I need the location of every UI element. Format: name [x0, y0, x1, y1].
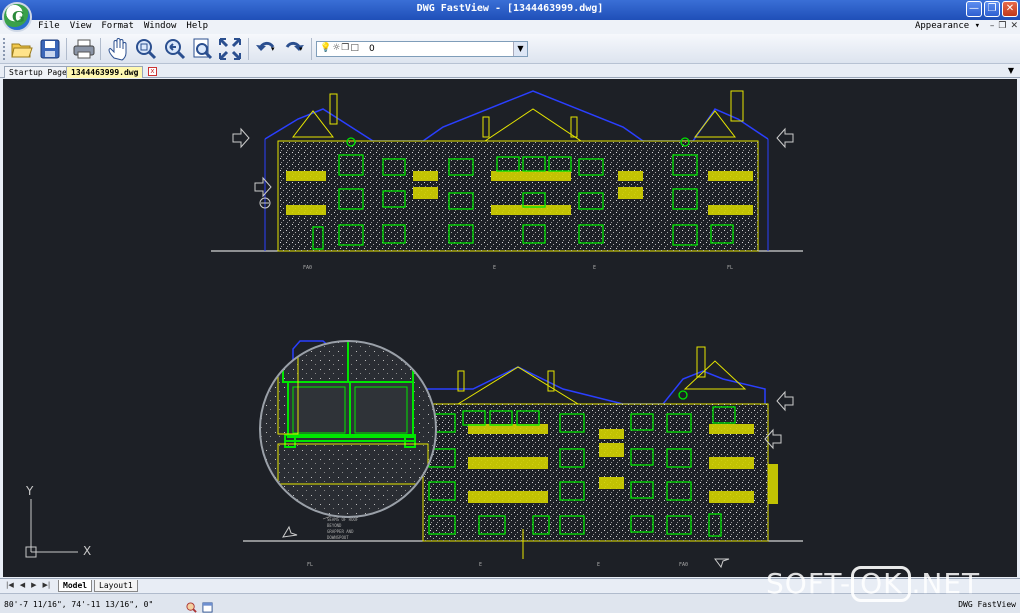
menu-help[interactable]: Help: [186, 21, 208, 31]
tab-drawing-file[interactable]: 1344463999.dwg: [66, 66, 144, 78]
main-toolbar: ▾ ▾ 💡☼❐□ 0 ▼: [0, 34, 1020, 64]
cursor-coordinates: 80'-7 11/16", 74'-11 13/16", 0": [4, 600, 154, 609]
redo-icon[interactable]: [282, 37, 304, 61]
appearance-menu[interactable]: Appearance ▾: [915, 21, 980, 31]
layer-state-icons: 💡☼❐□: [320, 43, 360, 53]
ucs-x-label: X: [83, 544, 91, 558]
grid-label-top-1: FA0: [303, 265, 312, 271]
osnap-icon[interactable]: [186, 598, 197, 613]
mdi-controls: – ❐ ✕: [990, 21, 1018, 31]
tab-layout1[interactable]: Layout1: [94, 580, 138, 592]
note-line-3: BEYOND: [327, 523, 342, 528]
window-title: DWG FastView - [1344463999.dwg]: [416, 3, 604, 14]
menu-items: File View Format Window Help: [38, 21, 208, 31]
layer-select[interactable]: 💡☼❐□ 0 ▼: [316, 41, 528, 57]
top-elevation-drawing: FA0 E E FL: [211, 90, 803, 271]
menu-format[interactable]: Format: [101, 21, 134, 31]
save-icon[interactable]: [38, 37, 62, 61]
menu-window[interactable]: Window: [144, 21, 177, 31]
menu-view[interactable]: View: [70, 21, 92, 31]
note-line-4: GRAPPER AND: [327, 529, 354, 534]
tab-list-chevron-icon[interactable]: ▼: [1008, 66, 1014, 75]
grid-label-top-2: E: [493, 265, 496, 271]
tab-startup-page[interactable]: Startup Page: [4, 66, 72, 78]
menu-file[interactable]: File: [38, 21, 60, 31]
toolbar-grip[interactable]: [3, 38, 6, 60]
close-icon[interactable]: ✕: [1002, 1, 1018, 17]
restore-icon[interactable]: ❐: [984, 1, 1000, 17]
watermark-right: .NET: [911, 567, 981, 600]
note-line-5: DOWNSPOUT: [327, 535, 349, 540]
zoom-previous-icon[interactable]: [162, 37, 186, 61]
app-window: G DWG FastView - [1344463999.dwg] — ❐ ✕ …: [0, 0, 1020, 613]
layout-toggle-icon[interactable]: [202, 598, 213, 613]
grid-label-bottom-2: E: [479, 562, 482, 568]
document-tabs: Startup Page 1344463999.dwg x ▼: [0, 65, 1020, 78]
grid-label-bottom-4: FA0: [679, 562, 688, 568]
minimize-icon[interactable]: —: [966, 1, 982, 17]
layer-value: 0: [369, 44, 375, 54]
first-layout-icon[interactable]: |◀: [6, 581, 14, 589]
zoom-extents-icon[interactable]: [218, 37, 242, 61]
layout-nav: |◀ ◀ ▶ ▶|: [6, 581, 50, 589]
next-layout-icon[interactable]: ▶: [31, 581, 36, 589]
mdi-close-icon[interactable]: ✕: [1010, 21, 1018, 31]
watermark-ok: OK: [851, 566, 912, 602]
grid-label-top-3: E: [593, 265, 596, 271]
grid-label-top-4: FL: [727, 265, 733, 271]
open-icon[interactable]: [10, 37, 34, 61]
drawing-canvas[interactable]: FA0 E E FL SEAMS OF ROOF BEYOND GRAPPER …: [3, 79, 1017, 577]
grid-label-bottom-3: E: [597, 562, 600, 568]
grid-label-bottom-1: FL: [307, 562, 313, 568]
app-logo-icon[interactable]: G: [2, 2, 32, 32]
zoom-window-icon[interactable]: [134, 37, 158, 61]
site-watermark: SOFT- OK .NET: [766, 566, 1016, 606]
ucs-y-label: Y: [25, 484, 34, 498]
menu-bar: File View Format Window Help Appearance …: [0, 20, 1020, 34]
chevron-down-icon[interactable]: ▼: [513, 42, 527, 56]
mdi-minimize-icon[interactable]: –: [990, 21, 995, 31]
mdi-restore-icon[interactable]: ❐: [998, 21, 1006, 31]
last-layout-icon[interactable]: ▶|: [43, 581, 51, 589]
prev-layout-icon[interactable]: ◀: [20, 581, 25, 589]
print-icon[interactable]: [72, 37, 96, 61]
undo-icon[interactable]: [254, 37, 275, 61]
ucs-axis-icon: [25, 499, 78, 558]
title-bar: DWG FastView - [1344463999.dwg] — ❐ ✕: [0, 0, 1020, 20]
watermark-left: SOFT-: [766, 567, 852, 600]
zoom-realtime-icon[interactable]: [190, 37, 214, 61]
tab-close-icon[interactable]: x: [148, 67, 157, 76]
tab-model[interactable]: Model: [58, 580, 93, 592]
window-controls: — ❐ ✕: [966, 1, 1018, 17]
pan-icon[interactable]: [106, 37, 130, 61]
